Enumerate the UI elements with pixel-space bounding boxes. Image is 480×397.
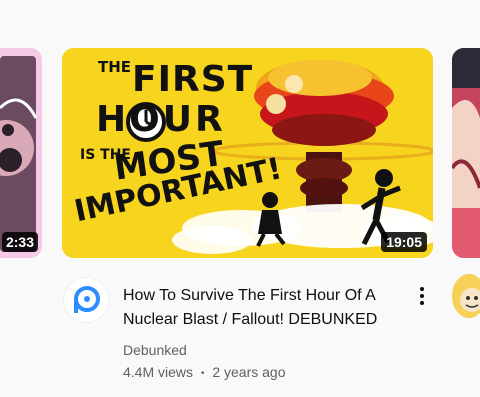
thumb-text-first: FIRST bbox=[132, 59, 254, 100]
video-thumbnail-right[interactable] bbox=[452, 48, 480, 258]
video-thumbnail-left[interactable]: 2:33 bbox=[0, 48, 42, 258]
video-thumbnail[interactable]: THE FIRST HOUR IS THE MOST IMPORTANT! 19… bbox=[62, 48, 433, 258]
avatar-art-right bbox=[452, 274, 480, 318]
video-duration: 19:05 bbox=[381, 232, 427, 252]
channel-avatar[interactable] bbox=[64, 278, 108, 322]
video-title[interactable]: How To Survive The First Hour Of A Nucle… bbox=[123, 284, 413, 332]
channel-avatar-right[interactable] bbox=[452, 274, 480, 318]
video-metadata: 4.4M views • 2 years ago bbox=[123, 364, 286, 380]
channel-name[interactable]: Debunked bbox=[123, 342, 187, 358]
video-title-line1: How To Survive The First Hour Of A bbox=[123, 287, 376, 304]
thumb-text-hour: HOUR bbox=[96, 99, 226, 140]
video-card-right[interactable] bbox=[452, 48, 480, 318]
video-title-line2: Nuclear Blast / Fallout! DEBUNKED bbox=[123, 311, 378, 328]
upload-age: 2 years ago bbox=[212, 364, 286, 380]
view-count: 4.4M views bbox=[123, 364, 194, 380]
meta-separator: • bbox=[200, 368, 205, 379]
video-card-main[interactable]: THE FIRST HOUR IS THE MOST IMPORTANT! 19… bbox=[62, 48, 433, 380]
more-vert-icon[interactable] bbox=[415, 284, 429, 308]
video-grid-row: 2:33 THE FIRST HOUR IS THE MOST IMPORTAN… bbox=[0, 0, 480, 397]
video-card-left[interactable]: 2:33 bbox=[0, 48, 42, 258]
thumbnail-art-left bbox=[0, 48, 42, 258]
video-duration: 2:33 bbox=[1, 232, 38, 252]
debunked-logo-icon bbox=[64, 278, 108, 322]
thumb-text-the: THE bbox=[98, 58, 132, 76]
thumbnail-art-right bbox=[452, 48, 480, 258]
video-info: How To Survive The First Hour Of A Nucle… bbox=[62, 258, 433, 380]
